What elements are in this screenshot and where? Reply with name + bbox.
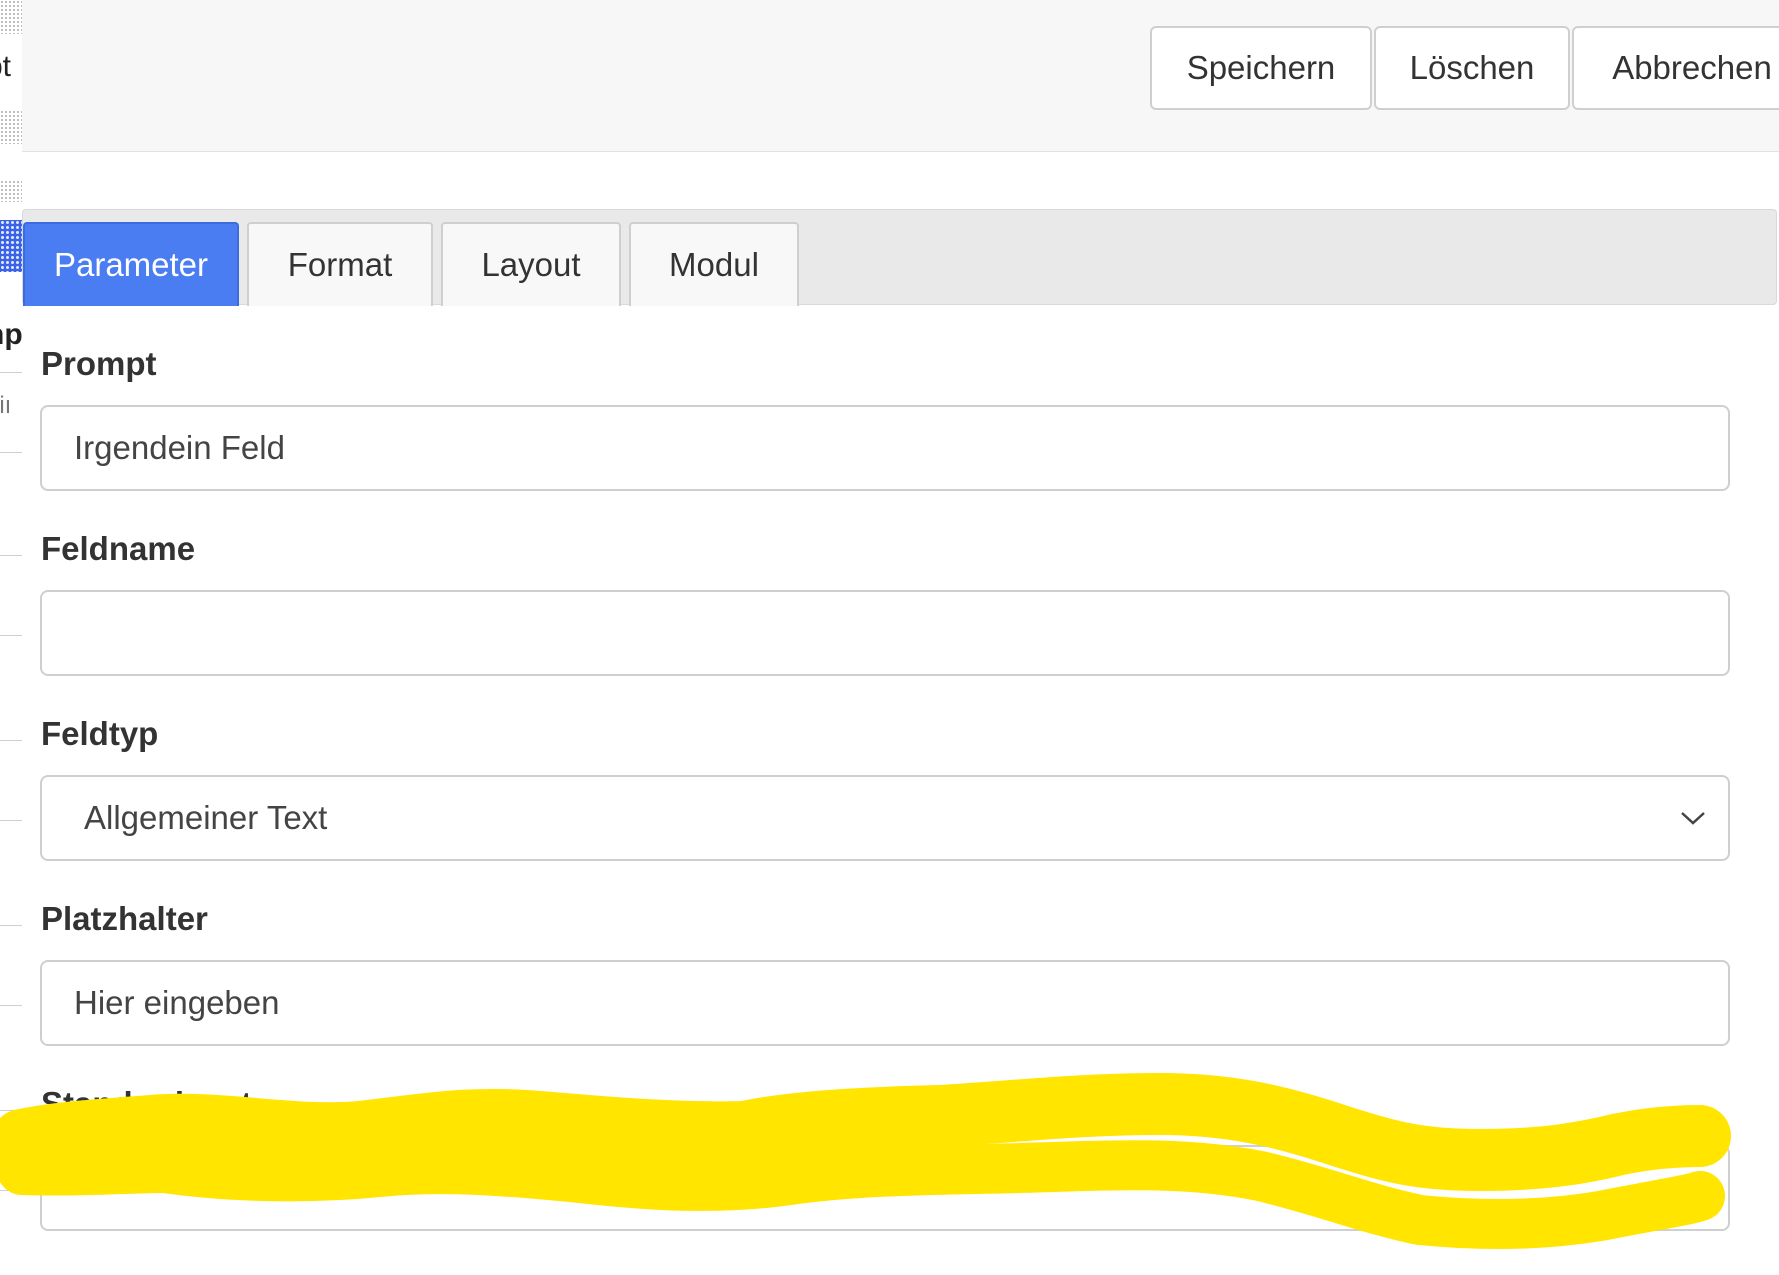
tab-bar: Parameter Format Layout Modul [22,209,1777,306]
prompt-input-value: Irgendein Feld [74,429,285,466]
platzhalter-input[interactable]: Hier eingeben [40,960,1730,1046]
tab-layout[interactable]: Layout [441,222,621,306]
platzhalter-label: Platzhalter [41,900,208,937]
feldname-input[interactable] [40,590,1730,676]
toolbar: Speichern Löschen Abbrechen [22,0,1779,152]
divider [0,555,22,556]
divider [0,740,22,741]
delete-button[interactable]: Löschen [1374,26,1570,110]
clipped-text-lower: eiı [0,392,12,419]
standardwert-input[interactable] [40,1145,1730,1231]
divider [0,1110,22,1111]
divider [0,925,22,926]
clipped-active-indicator [0,220,22,272]
feldname-label: Feldname [41,530,196,567]
standardwert-label: Standardwert [41,1085,252,1122]
tab-format[interactable]: Format [247,222,433,306]
prompt-label: Prompt [41,345,157,382]
chevron-down-icon [1681,812,1705,825]
save-button[interactable]: Speichern [1150,26,1372,110]
prompt-input[interactable]: Irgendein Feld [40,405,1730,491]
tab-parameter[interactable]: Parameter [23,222,239,306]
dotted-border-decoration [0,0,22,34]
cancel-button[interactable]: Abbrechen [1572,26,1779,110]
dotted-border-decoration [0,180,22,202]
divider [0,452,22,453]
form-editor: ɓt np eiı Speichern Löschen Abbrechen Pa… [0,0,1779,1275]
divider [0,372,22,373]
divider [0,1005,22,1006]
feldtyp-label: Feldtyp [41,715,159,752]
dotted-border-decoration [0,110,22,144]
divider [0,1190,22,1191]
feldtyp-select[interactable]: Allgemeiner Text [40,775,1730,861]
divider [0,635,22,636]
divider [0,820,22,821]
platzhalter-input-value: Hier eingeben [74,984,280,1021]
left-clipped-panel: ɓt np eiı [0,0,22,1275]
feldtyp-selected-value: Allgemeiner Text [84,799,328,836]
clipped-text-top: ɓt [0,50,12,83]
tab-modul[interactable]: Modul [629,222,799,306]
clipped-text-mid: np [0,318,22,351]
